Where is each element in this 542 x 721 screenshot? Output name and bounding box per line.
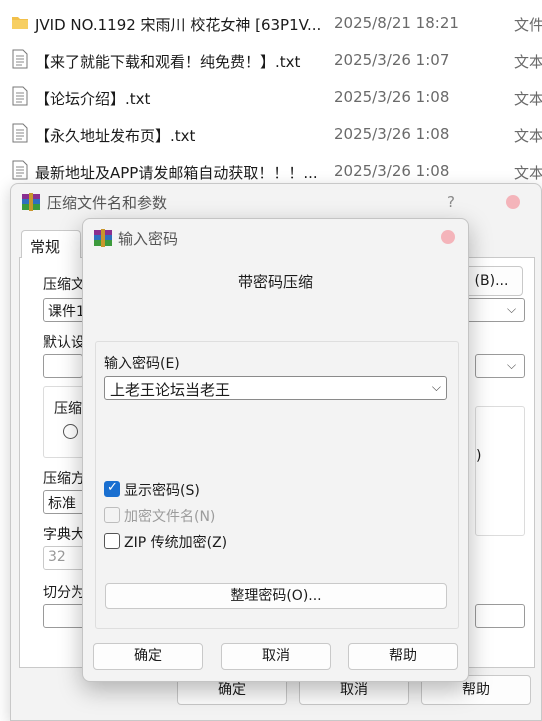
profile-button[interactable] <box>43 354 83 378</box>
archive-dialog-titlebar[interactable]: 压缩文件名和参数 ? <box>11 184 541 218</box>
browse-button[interactable]: (B)... <box>460 266 523 296</box>
method-label: 压缩方 <box>43 471 85 487</box>
password-value: 上老王论坛当老王 <box>110 381 231 399</box>
tab-general[interactable]: 常规 <box>21 230 81 259</box>
file-row[interactable]: 【论坛介绍】.txt 2025/3/26 1:08 文本 <box>0 78 542 115</box>
password-label: 输入密码(E) <box>104 356 180 372</box>
file-type: 文本 <box>514 53 542 71</box>
password-dialog: 输入密码 带密码压缩 输入密码(E) 上老王论坛当老王 ⌵ 显示密码(S) 加密… <box>82 218 469 682</box>
archive-name-label: 压缩文 <box>43 277 85 293</box>
split-volume-label: 切分为 <box>43 585 85 601</box>
password-dialog-titlebar[interactable]: 输入密码 <box>83 219 468 255</box>
ok-button[interactable]: 确定 <box>93 643 203 670</box>
chevron-down-icon[interactable]: ⌵ <box>507 302 516 317</box>
archive-options-group <box>475 406 525 536</box>
file-type: 文本 <box>514 164 542 182</box>
method-value: 标准 <box>48 496 76 512</box>
file-date: 2025/8/21 18:21 <box>334 14 459 32</box>
file-type: 文本 <box>514 90 542 108</box>
dict-size-label: 字典大 <box>43 527 85 543</box>
file-date: 2025/3/26 1:08 <box>334 162 450 180</box>
encrypt-filenames-label: 加密文件名(N) <box>124 509 216 525</box>
dict-size-value: 32 <box>48 549 66 565</box>
zip-legacy-label: ZIP 传统加密(Z) <box>124 535 228 551</box>
cancel-button[interactable]: 取消 <box>221 643 331 670</box>
file-date: 2025/3/26 1:08 <box>334 125 450 143</box>
options-paren: ) <box>476 448 482 464</box>
file-date: 2025/3/26 1:07 <box>334 51 450 69</box>
text-file-icon <box>12 160 28 180</box>
options-field[interactable] <box>475 604 525 628</box>
file-name: 【永久地址发布页】.txt <box>35 127 196 145</box>
file-row[interactable]: JVID NO.1192 宋雨川 校花女神 [63P1V... 2025/8/2… <box>0 4 542 41</box>
file-list: JVID NO.1192 宋雨川 校花女神 [63P1V... 2025/8/2… <box>0 0 542 190</box>
winrar-icon <box>94 229 112 247</box>
chevron-down-icon[interactable]: ⌵ <box>432 380 441 395</box>
archive-dialog-title: 压缩文件名和参数 <box>47 194 168 212</box>
close-button[interactable] <box>506 195 520 209</box>
checkbox-checked-icon[interactable] <box>104 480 120 497</box>
file-row[interactable]: 【来了就能下载和观看！纯免费！】.txt 2025/3/26 1:07 文本 <box>0 41 542 78</box>
archive-name-value: 课件1 <box>48 304 85 320</box>
close-button[interactable] <box>441 230 455 244</box>
file-name: 【论坛介绍】.txt <box>35 90 151 108</box>
checkbox-icon[interactable] <box>104 533 120 549</box>
password-heading: 带密码压缩 <box>237 273 313 291</box>
file-row[interactable]: 【永久地址发布页】.txt 2025/3/26 1:08 文本 <box>0 115 542 152</box>
file-type: 文件 <box>514 16 542 34</box>
text-file-icon <box>12 49 28 69</box>
organize-passwords-button[interactable]: 整理密码(O)... <box>105 583 447 609</box>
file-name: 【来了就能下载和观看！纯免费！】.txt <box>35 53 301 71</box>
update-mode-combo[interactable] <box>475 354 525 378</box>
password-input[interactable]: 上老王论坛当老王 ⌵ <box>104 376 447 400</box>
winrar-icon <box>22 193 40 211</box>
file-name: 最新地址及APP请发邮箱自动获取！！！... <box>35 164 318 182</box>
default-profile-label: 默认设 <box>43 335 85 351</box>
password-dialog-title: 输入密码 <box>118 230 179 248</box>
file-name: JVID NO.1192 宋雨川 校花女神 [63P1V... <box>35 16 322 34</box>
help-button[interactable]: 帮助 <box>348 643 458 670</box>
file-type: 文本 <box>514 127 542 145</box>
text-file-icon <box>12 123 28 143</box>
help-question-icon[interactable]: ? <box>447 193 455 211</box>
show-password-label: 显示密码(S) <box>124 483 200 499</box>
folder-icon <box>12 17 28 29</box>
format-radio[interactable] <box>63 424 78 439</box>
text-file-icon <box>12 86 28 106</box>
archive-format-label: 压缩 <box>54 398 82 418</box>
checkbox-icon[interactable] <box>104 507 120 523</box>
chevron-down-icon[interactable]: ⌵ <box>507 358 516 373</box>
file-date: 2025/3/26 1:08 <box>334 88 450 106</box>
